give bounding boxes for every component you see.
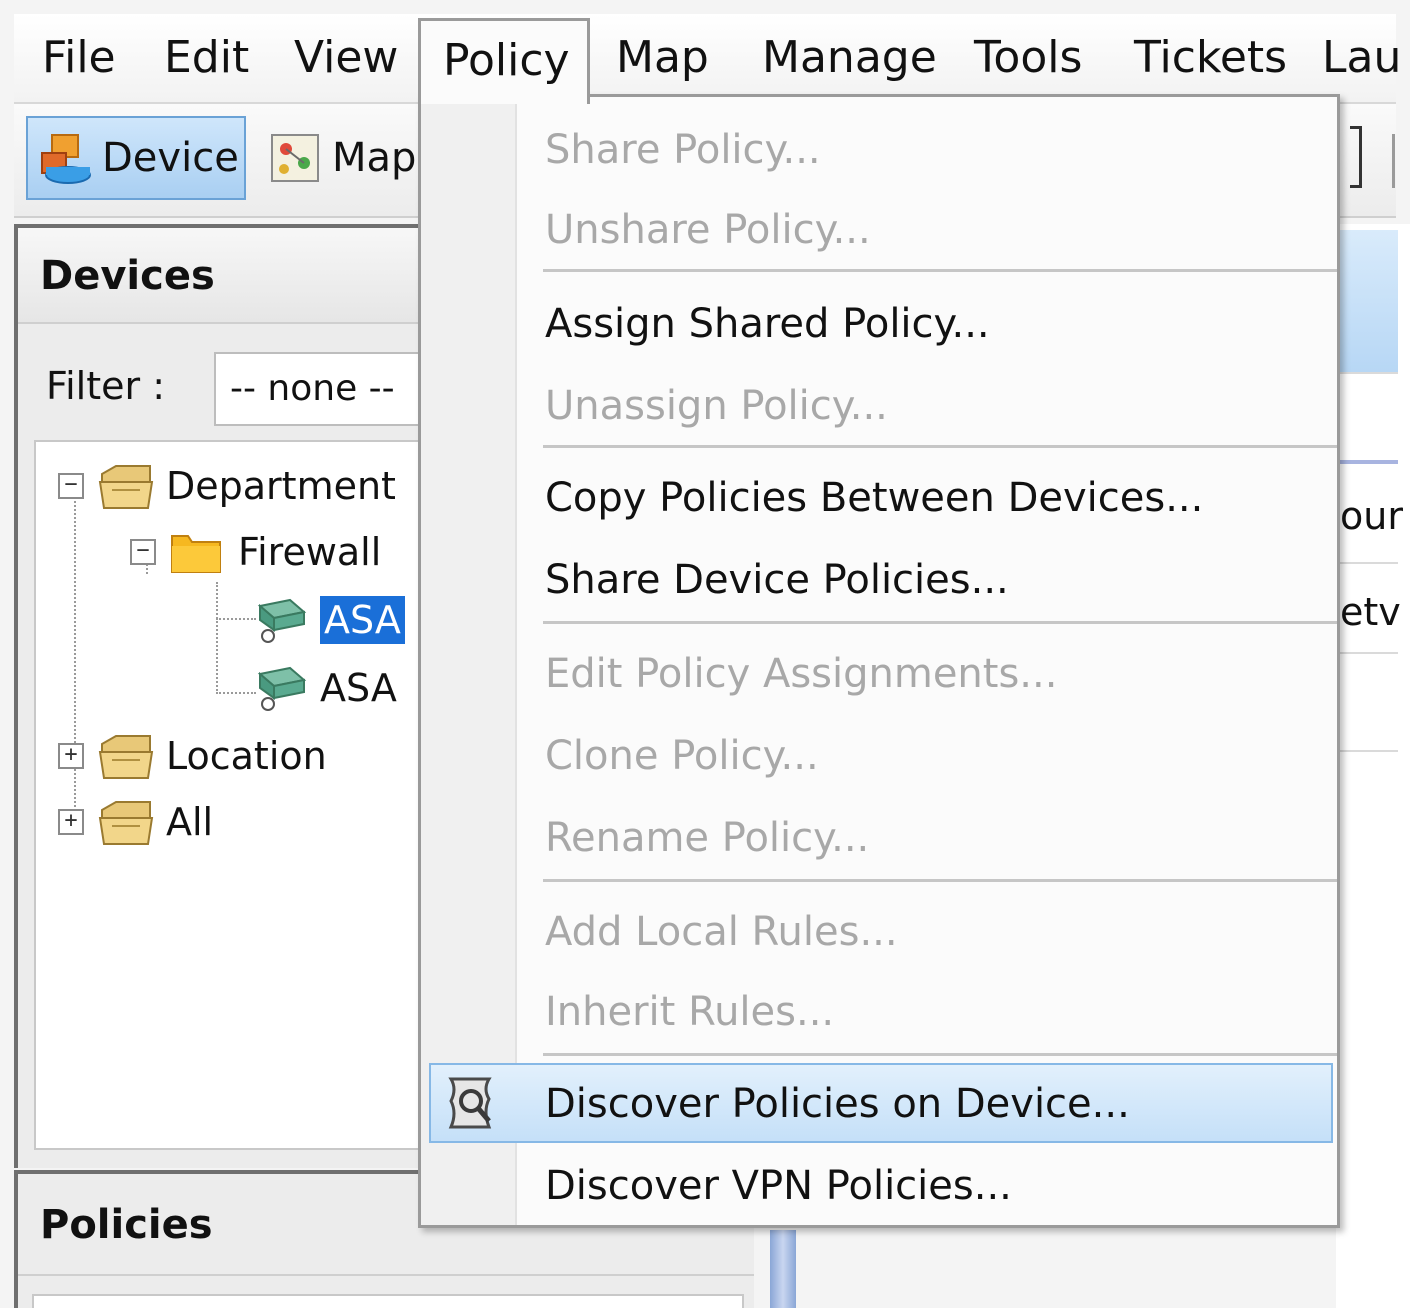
application-window: File Edit View Policy Map Manage Tools T… (0, 0, 1410, 1308)
devices-panel: Devices Filter : -- none -- − Department (14, 224, 454, 1168)
filter-select[interactable]: -- none -- (214, 352, 444, 426)
device-icon (38, 131, 92, 185)
menu-separator (543, 621, 1337, 624)
firewall-device-icon (250, 662, 310, 714)
menu-item-discover-policies-on-device[interactable]: Discover Policies on Device... (545, 1069, 1130, 1139)
menu-item-share-device-policies[interactable]: Share Device Policies... (545, 545, 1009, 615)
menu-icon-gutter (421, 97, 517, 1225)
tree-label-asa-1: ASA (320, 596, 405, 644)
content-column-fragment: etv (1340, 590, 1401, 634)
map-view-button[interactable]: Map (258, 116, 418, 200)
menu-item-add-local-rules[interactable]: Add Local Rules... (545, 897, 898, 967)
content-divider (1336, 562, 1398, 564)
tree-node-asa-1[interactable]: ASA (250, 590, 405, 650)
menu-item-copy-policies-between-devices[interactable]: Copy Policies Between Devices... (545, 463, 1203, 533)
folder-group-icon (96, 730, 156, 782)
menu-map[interactable]: Map (616, 14, 709, 102)
menu-item-edit-policy-assignments[interactable]: Edit Policy Assignments... (545, 639, 1057, 709)
policies-list (32, 1294, 744, 1308)
menu-item-assign-shared-policy[interactable]: Assign Shared Policy... (545, 289, 990, 359)
collapse-icon[interactable]: − (58, 473, 84, 499)
expand-icon[interactable]: + (58, 743, 84, 769)
folder-group-icon (96, 460, 156, 512)
device-view-label: Device (102, 135, 239, 181)
menu-file[interactable]: File (42, 14, 116, 102)
tree-node-all[interactable]: + All (58, 792, 213, 852)
map-icon (268, 131, 322, 185)
menu-separator (543, 1053, 1337, 1056)
tree-node-location[interactable]: + Location (58, 726, 327, 786)
content-divider (1336, 460, 1398, 464)
menu-item-rename-policy[interactable]: Rename Policy... (545, 803, 869, 873)
firewall-device-icon (250, 594, 310, 646)
menu-tools[interactable]: Tools (974, 14, 1082, 102)
device-tree: − Department − Firewall ASA ASA + Locati… (34, 440, 454, 1150)
tree-node-department[interactable]: − Department (58, 456, 396, 516)
menu-separator (543, 269, 1337, 272)
menu-item-share-policy[interactable]: Share Policy... (545, 115, 821, 185)
tree-label-firewall: Firewall (238, 530, 382, 574)
folder-icon (168, 526, 228, 578)
content-divider (1336, 652, 1398, 654)
toolbar-edge-fragment (1350, 126, 1362, 188)
content-divider (1336, 372, 1398, 374)
menu-separator (543, 879, 1337, 882)
tree-node-firewall[interactable]: − Firewall (130, 522, 381, 582)
tree-label-location: Location (166, 734, 327, 778)
menu-manage[interactable]: Manage (762, 14, 937, 102)
device-view-button[interactable]: Device (26, 116, 246, 200)
main-content-area (1336, 224, 1410, 1308)
menu-policy[interactable]: Policy (418, 18, 590, 104)
menu-separator (543, 445, 1337, 448)
collapse-icon[interactable]: − (130, 539, 156, 565)
menu-item-unshare-policy[interactable]: Unshare Policy... (545, 195, 871, 265)
tree-label-all: All (166, 800, 214, 844)
filter-label: Filter : (46, 364, 165, 408)
map-view-label: Map (332, 135, 417, 181)
expand-icon[interactable]: + (58, 809, 84, 835)
menu-item-inherit-rules[interactable]: Inherit Rules... (545, 977, 834, 1047)
panel-splitter[interactable] (770, 1230, 796, 1308)
policy-menu-dropdown: Share Policy... Unshare Policy... Assign… (418, 94, 1340, 1228)
menu-bar: File Edit View Policy Map Manage Tools T… (14, 14, 1401, 104)
policies-panel-title: Policies (40, 1202, 213, 1248)
menu-item-discover-vpn-policies[interactable]: Discover VPN Policies... (545, 1151, 1012, 1221)
menu-item-unassign-policy[interactable]: Unassign Policy... (545, 371, 888, 441)
menu-launch[interactable]: Lau (1322, 14, 1401, 102)
tree-node-asa-2[interactable]: ASA (250, 658, 397, 718)
content-column-fragment: our (1340, 494, 1403, 538)
content-divider (1336, 750, 1398, 752)
menu-tickets[interactable]: Tickets (1134, 14, 1287, 102)
folder-group-icon (96, 796, 156, 848)
tree-label-department: Department (166, 464, 396, 508)
menu-edit[interactable]: Edit (164, 14, 249, 102)
menu-view[interactable]: View (294, 14, 398, 102)
tree-label-asa-2: ASA (320, 666, 397, 710)
content-header-highlight (1336, 230, 1398, 372)
menu-item-clone-policy[interactable]: Clone Policy... (545, 721, 819, 791)
toolbar-separator (1392, 134, 1395, 188)
devices-panel-title: Devices (18, 228, 424, 324)
discover-policies-icon (443, 1073, 501, 1133)
